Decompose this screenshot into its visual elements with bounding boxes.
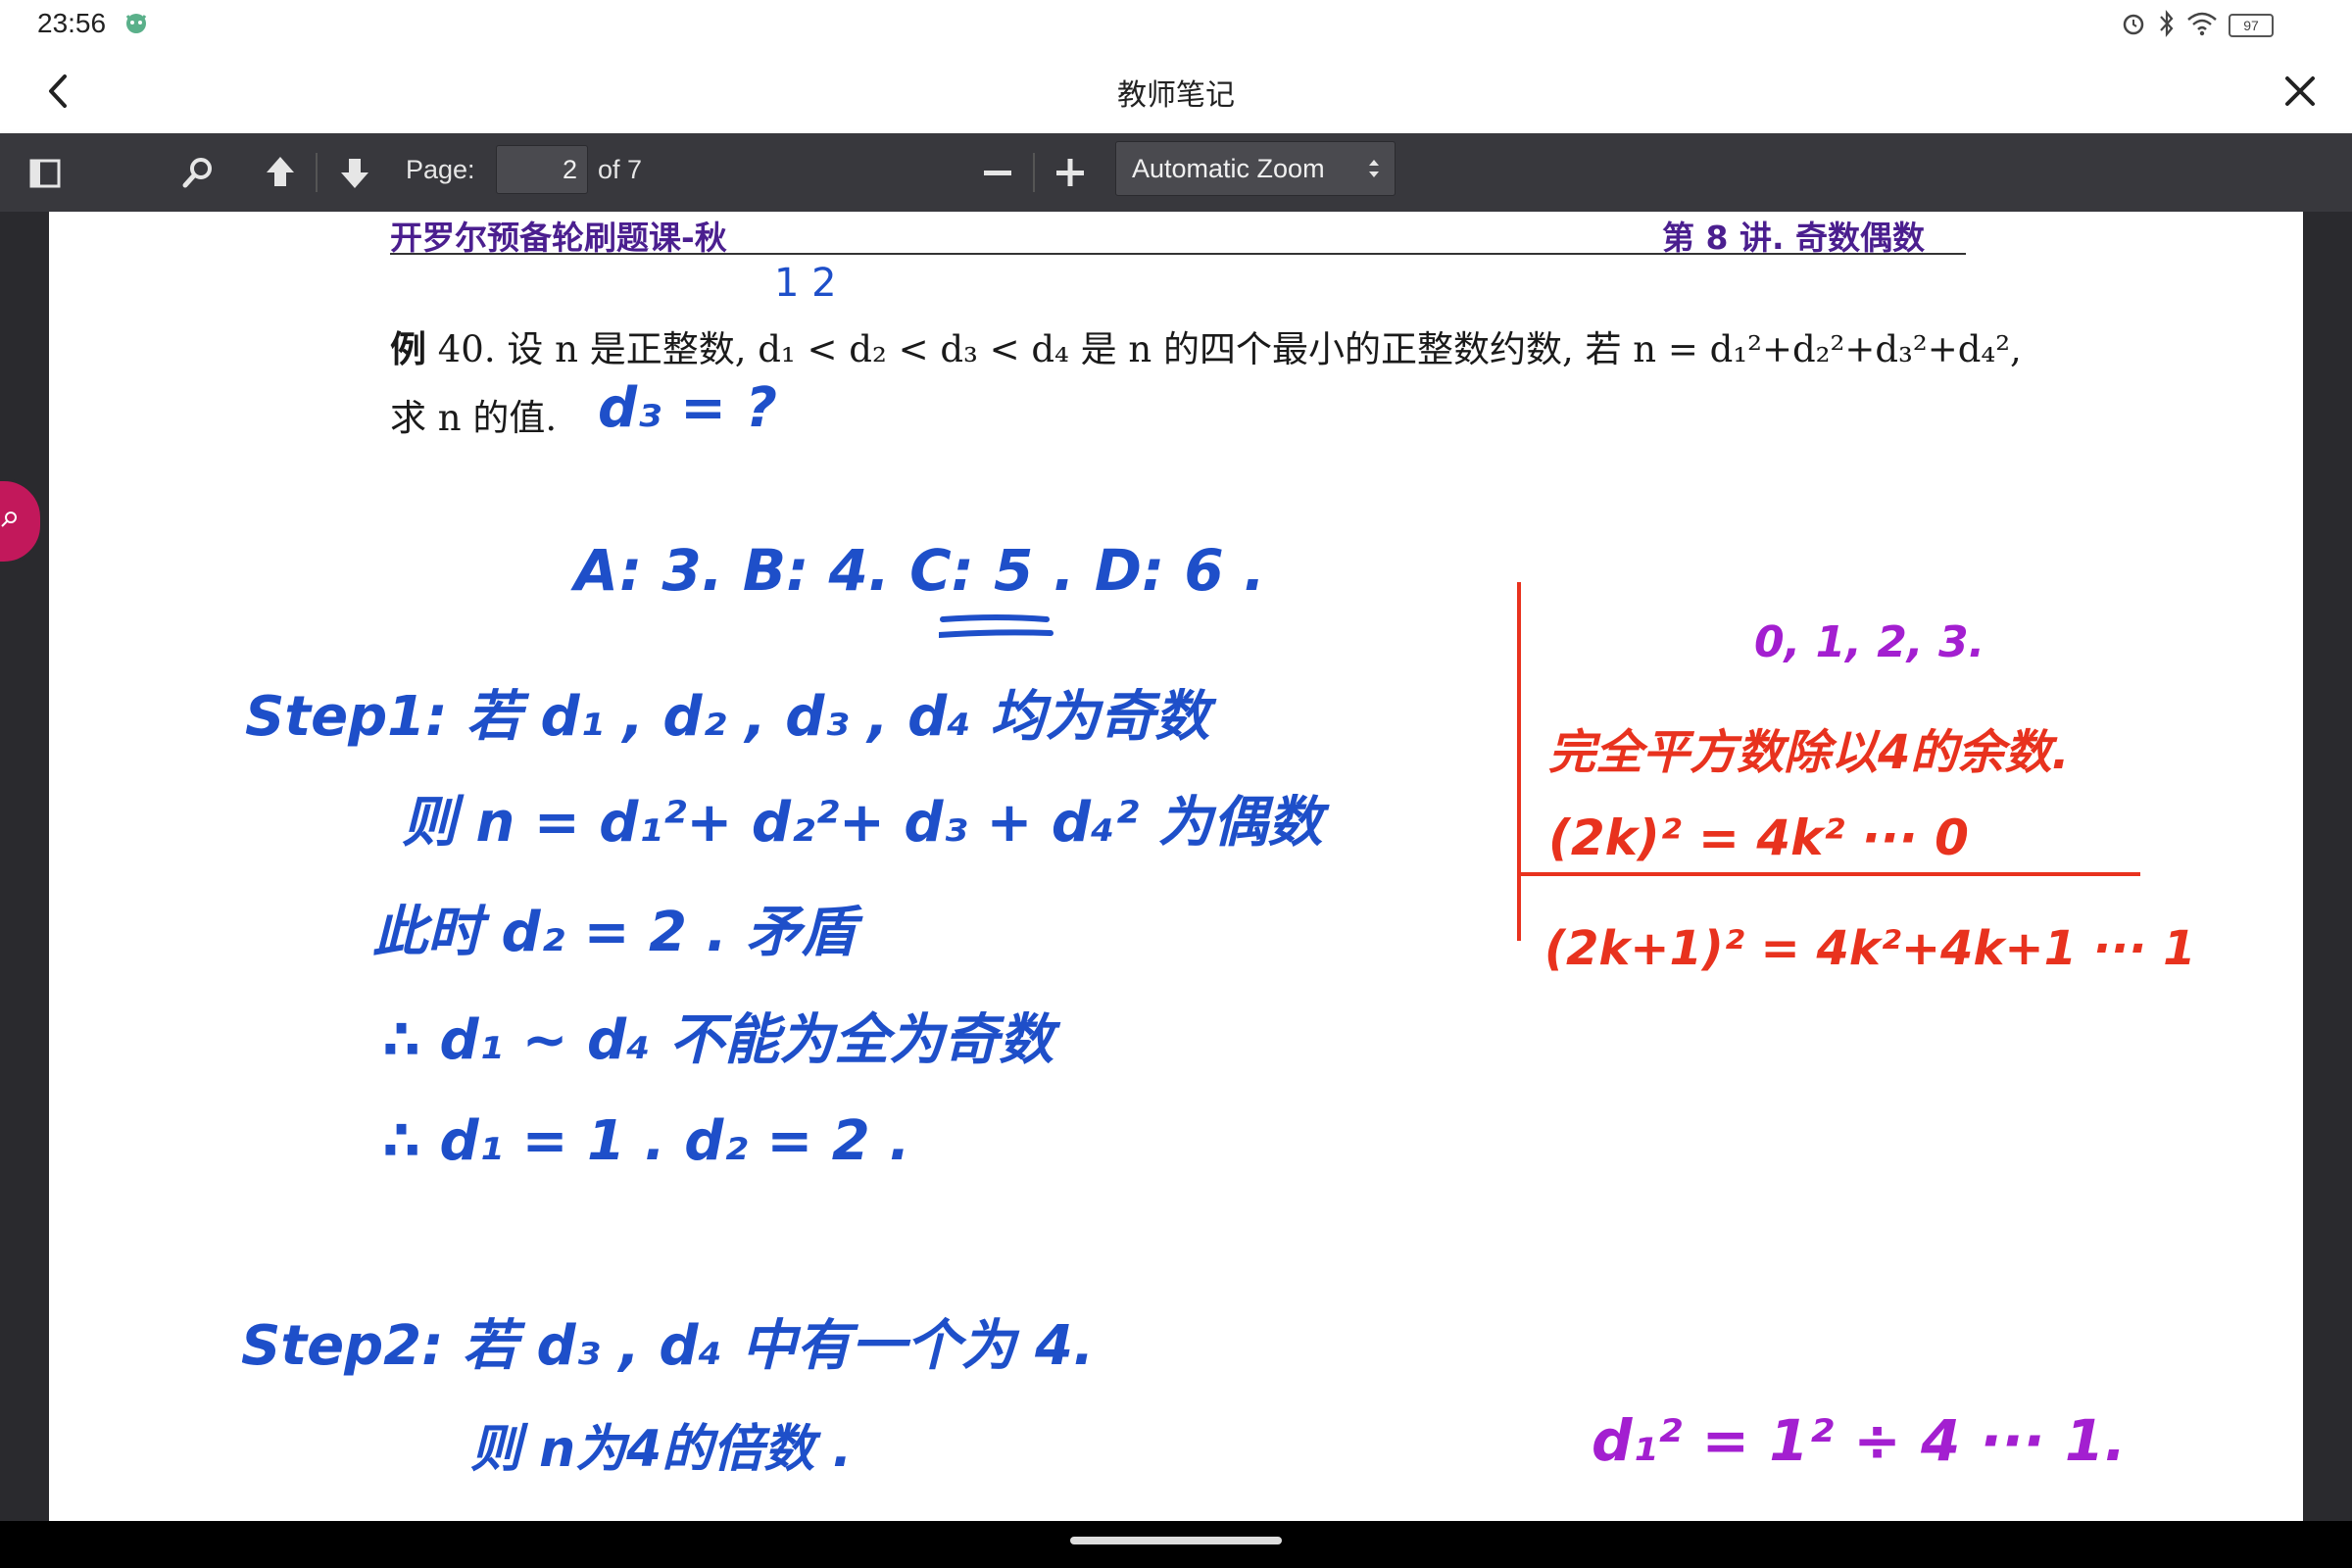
page-count: of 7	[598, 155, 643, 184]
zoom-value: Automatic Zoom	[1132, 154, 1325, 183]
page-title: 教师笔记	[1117, 79, 1235, 112]
handwritten-question: d₃ = ?	[598, 376, 778, 440]
battery-level: 97	[2243, 18, 2259, 33]
problem-statement-line2: 求 n 的值.	[390, 388, 557, 441]
handwritten-red-title: 完全平方数除以4的余数.	[1548, 725, 2070, 780]
bluetooth-icon	[2160, 9, 2174, 38]
zoom-select[interactable]: Automatic Zoom	[1115, 141, 1396, 196]
battery-icon: 97	[2229, 14, 2274, 37]
handwritten-red-line2: (2k+1)² = 4k²+4k+1 ··· 1	[1544, 921, 2196, 976]
alarm-icon	[2123, 14, 2144, 35]
handwritten-index-marks: 1 2	[774, 261, 837, 306]
problem-text-1: 40. 设 n 是正整数, d₁ < d₂ < d₃ < d₄ 是 n 的四个最…	[437, 328, 2022, 370]
next-page-icon[interactable]	[331, 149, 378, 196]
previous-page-icon[interactable]	[257, 149, 304, 196]
handwritten-step1-line2: 则 n = d₁²+ d₂²+ d₃ + d₄² 为偶数	[402, 791, 1323, 855]
handwritten-step2-line1: Step2: 若 d₃ , d₄ 中有一个为 4.	[241, 1314, 1095, 1378]
status-bar: 23:56 97	[0, 0, 2352, 49]
handwritten-red-line1: (2k)² = 4k² ··· 0	[1548, 809, 1969, 866]
close-button[interactable]	[2278, 69, 2323, 114]
title-bar: 教师笔记	[0, 49, 2352, 133]
handwritten-purple-line: d₁² = 1² ÷ 4 ··· 1.	[1592, 1407, 2127, 1474]
status-time: 23:56	[37, 8, 107, 38]
sidebar-toggle-icon[interactable]	[22, 149, 69, 196]
pdf-viewer[interactable]: 开罗尔预备轮刷题课-秋 第 8 讲. 奇数偶数 例 40. 设 n 是正整数, …	[0, 212, 2352, 1521]
system-nav-bar	[0, 1521, 2352, 1568]
example-tag: 例	[390, 328, 426, 370]
problem-text-2: 求 n 的值.	[390, 397, 558, 439]
zoom-out-icon[interactable]	[974, 149, 1021, 196]
app-notification-icon	[125, 14, 147, 33]
handwritten-step2-line2: 则 n为4的倍数 .	[470, 1420, 853, 1479]
handwritten-step1-line1: Step1: 若 d₁ , d₂ , d₃ , d₄ 均为奇数	[245, 685, 1210, 749]
home-gesture-handle[interactable]	[1070, 1537, 1282, 1544]
answer-underline	[939, 614, 1054, 638]
zoom-in-icon[interactable]	[1047, 149, 1094, 196]
document-header-right: 第 8 讲. 奇数偶数	[1662, 219, 1925, 257]
document-header-left: 开罗尔预备轮刷题课-秋	[390, 219, 727, 257]
page-label: Page:	[406, 155, 475, 184]
select-arrows-icon	[1369, 160, 1379, 177]
problem-statement-line1: 例 40. 设 n 是正整数, d₁ < d₂ < d₃ < d₄ 是 n 的四…	[390, 319, 2022, 372]
floating-side-tab[interactable]	[0, 478, 43, 564]
handwritten-step1-line5: ∴ d₁ = 1 . d₂ = 2 .	[382, 1109, 910, 1173]
toolbar-separator	[1033, 153, 1035, 192]
search-icon[interactable]	[174, 149, 221, 196]
handwritten-step1-line3: 此时 d₂ = 2 . 矛盾	[372, 901, 857, 964]
handwritten-step1-line4: ∴ d₁ ~ d₄ 不能为全为奇数	[382, 1008, 1054, 1072]
wifi-icon	[2187, 12, 2217, 36]
header-divider	[390, 253, 1966, 255]
toolbar-separator	[316, 153, 318, 192]
page-number-input[interactable]: 2	[496, 145, 588, 194]
search-icon	[1, 512, 17, 527]
handwritten-options: A: 3. B: 4. C: 5 . D: 6 .	[574, 537, 1265, 604]
pdf-page: 开罗尔预备轮刷题课-秋 第 8 讲. 奇数偶数 例 40. 设 n 是正整数, …	[49, 212, 2303, 1521]
handwritten-remainders: 0, 1, 2, 3.	[1754, 617, 1985, 667]
pdf-toolbar: Page: 2 of 7 Automatic Zoom	[0, 133, 2352, 212]
